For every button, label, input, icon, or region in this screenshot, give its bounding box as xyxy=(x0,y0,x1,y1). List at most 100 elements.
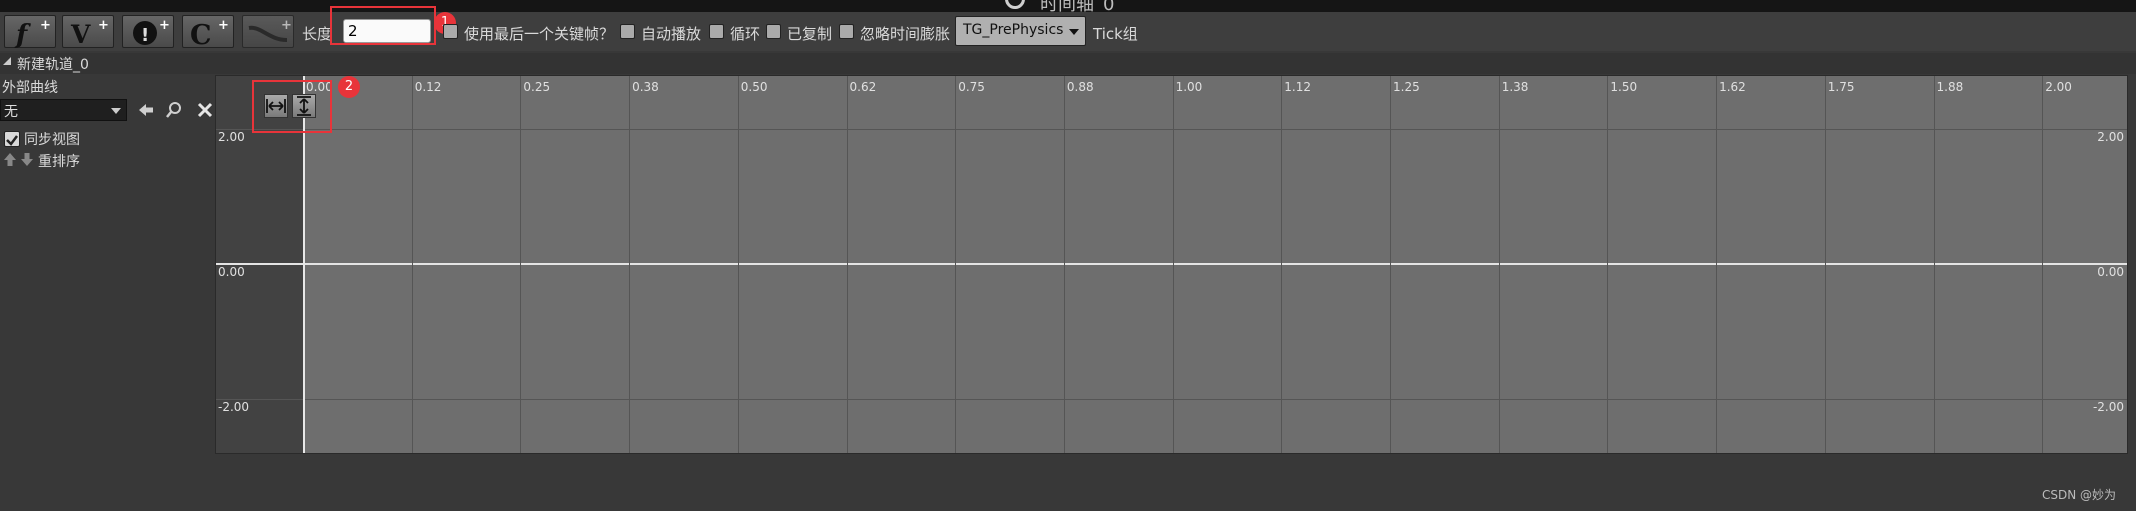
x-tick-label: 1.00 xyxy=(1175,80,1203,94)
x-tick-label: 2.00 xyxy=(2045,80,2072,94)
autoplay-label: 自动播放 xyxy=(641,25,702,43)
x-tick-label: 0.50 xyxy=(740,80,768,94)
svg-text:!: ! xyxy=(141,25,149,46)
x-tick-label: 1.75 xyxy=(1827,80,1855,94)
length-input[interactable] xyxy=(343,19,431,43)
x-tick-label: 1.50 xyxy=(1610,80,1638,94)
clear-icon[interactable] xyxy=(196,101,214,119)
x-tick-label: 0.62 xyxy=(849,80,877,94)
loop-label: 循环 xyxy=(730,25,761,43)
svg-text:+: + xyxy=(281,18,292,33)
gridline-vertical xyxy=(1281,76,1283,453)
add-color-track-button[interactable]: C + xyxy=(182,15,234,49)
tick-group-dropdown[interactable]: TG_PrePhysics xyxy=(955,16,1086,46)
loop-checkbox[interactable] xyxy=(709,24,724,39)
watermark: CSDN @妙为 xyxy=(2041,488,2116,502)
x-tick-label: 0.12 xyxy=(414,80,442,94)
add-vector-track-button[interactable]: V + xyxy=(62,15,114,49)
ignore-time-dilation-checkbox[interactable] xyxy=(839,24,854,39)
chevron-down-icon xyxy=(1069,29,1079,35)
autoplay-checkbox[interactable] xyxy=(620,24,635,39)
event-track-icon: ! + xyxy=(133,18,170,46)
window-titlebar: 时间轴_0 xyxy=(0,0,2136,15)
use-last-keyframe-checkbox[interactable] xyxy=(443,24,458,39)
zero-line xyxy=(216,263,2127,265)
gridline-vertical xyxy=(955,76,957,453)
gridline-vertical xyxy=(1390,76,1391,453)
gridline-vertical xyxy=(1063,76,1065,453)
gridline-vertical xyxy=(1824,76,1826,453)
sync-view-label: 同步视图 xyxy=(24,132,80,148)
svg-text:+: + xyxy=(159,18,170,33)
gridline-vertical xyxy=(2042,76,2044,453)
add-event-track-button[interactable]: ! + xyxy=(122,15,174,48)
gridline-vertical xyxy=(1607,76,1609,453)
zoom-to-fit-horizontal-button[interactable] xyxy=(264,94,288,118)
x-tick-label: 0.88 xyxy=(1066,80,1094,94)
y-label-mid-right: 0.00 xyxy=(2097,265,2124,279)
zoom-to-fit-vertical-button[interactable] xyxy=(292,94,316,118)
gridline-vertical xyxy=(411,76,413,453)
svg-text:V: V xyxy=(70,20,91,49)
fit-horizontal-icon xyxy=(266,99,286,113)
curve-icon: + xyxy=(248,18,292,42)
back-arrow-icon[interactable] xyxy=(137,101,155,119)
y-label-top-right: 2.00 xyxy=(2097,130,2124,144)
fit-vertical-icon xyxy=(297,96,311,116)
chevron-down-icon xyxy=(111,108,121,114)
move-up-icon[interactable] xyxy=(3,152,17,167)
y-label-mid-left: 0.00 xyxy=(218,265,245,279)
checkmark-icon xyxy=(6,135,18,146)
color-track-icon: C + xyxy=(190,18,229,49)
gridline-vertical xyxy=(629,76,631,453)
svg-text:+: + xyxy=(98,18,109,33)
external-curve-select[interactable]: 无 xyxy=(0,99,127,121)
x-tick-label: 1.25 xyxy=(1393,80,1420,94)
svg-text:+: + xyxy=(40,18,51,33)
move-down-icon[interactable] xyxy=(20,152,34,167)
use-last-keyframe-label: 使用最后一个关键帧？ xyxy=(464,25,615,43)
x-tick-label: 1.62 xyxy=(1719,80,1746,94)
external-curve-label: 外部曲线 xyxy=(2,80,58,96)
sync-view-checkbox[interactable] xyxy=(4,131,20,147)
y-label-top-left: 2.00 xyxy=(218,130,245,144)
vector-track-icon: V + xyxy=(70,18,109,49)
x-tick-label: 1.38 xyxy=(1501,80,1529,94)
x-tick-label: 1.12 xyxy=(1284,80,1312,94)
gridline-vertical xyxy=(1498,76,1500,453)
ignore-time-dilation-label: 忽略时间膨胀 xyxy=(860,25,951,43)
reorder-label[interactable]: 重排序 xyxy=(38,151,80,171)
add-float-track-button[interactable]: f + xyxy=(4,15,56,49)
gridline-vertical xyxy=(1172,76,1174,453)
y-label-bottom-left: -2.00 xyxy=(218,400,250,414)
external-curve-value: 无 xyxy=(4,104,18,120)
length-label: 长度 xyxy=(302,25,333,43)
gridline-vertical xyxy=(520,76,522,453)
svg-text:+: + xyxy=(218,18,229,33)
x-tick-label: 0.75 xyxy=(958,80,985,94)
x-tick-label: 0.38 xyxy=(632,80,659,94)
add-external-curve-button[interactable]: + xyxy=(242,15,294,48)
annotation-badge-2: 2 xyxy=(338,76,360,98)
y-label-bottom-right: -2.00 xyxy=(2092,400,2124,414)
search-icon[interactable] xyxy=(165,101,183,119)
x-tick-label: 1.88 xyxy=(1936,80,1964,94)
gridline-bottom xyxy=(216,399,2127,400)
tick-group-label: Tick组 xyxy=(1093,25,1138,43)
gridline-vertical xyxy=(846,76,848,453)
track-header[interactable]: 新建轨道_0 xyxy=(0,53,2136,74)
gridline-vertical xyxy=(1933,76,1935,453)
replicated-checkbox[interactable] xyxy=(766,24,781,39)
tick-group-value: TG_PrePhysics xyxy=(963,22,1064,38)
svg-text:C: C xyxy=(190,20,212,49)
gridline-vertical xyxy=(1716,76,1718,453)
x-tick-label: 0.25 xyxy=(523,80,551,94)
gridline-top xyxy=(216,129,2127,130)
svg-text:f: f xyxy=(14,20,31,49)
curve-graph[interactable]: 0.00 0.12 0.25 0.38 0.50 0.62 0.75 0.88 1.00 1.12… xyxy=(215,75,2128,454)
collapse-triangle-icon[interactable] xyxy=(3,57,11,65)
timeline-icon xyxy=(1005,0,1025,9)
replicated-label: 已复制 xyxy=(787,25,833,43)
gridline-vertical xyxy=(737,76,739,453)
track-name[interactable]: 新建轨道_0 xyxy=(17,54,89,74)
